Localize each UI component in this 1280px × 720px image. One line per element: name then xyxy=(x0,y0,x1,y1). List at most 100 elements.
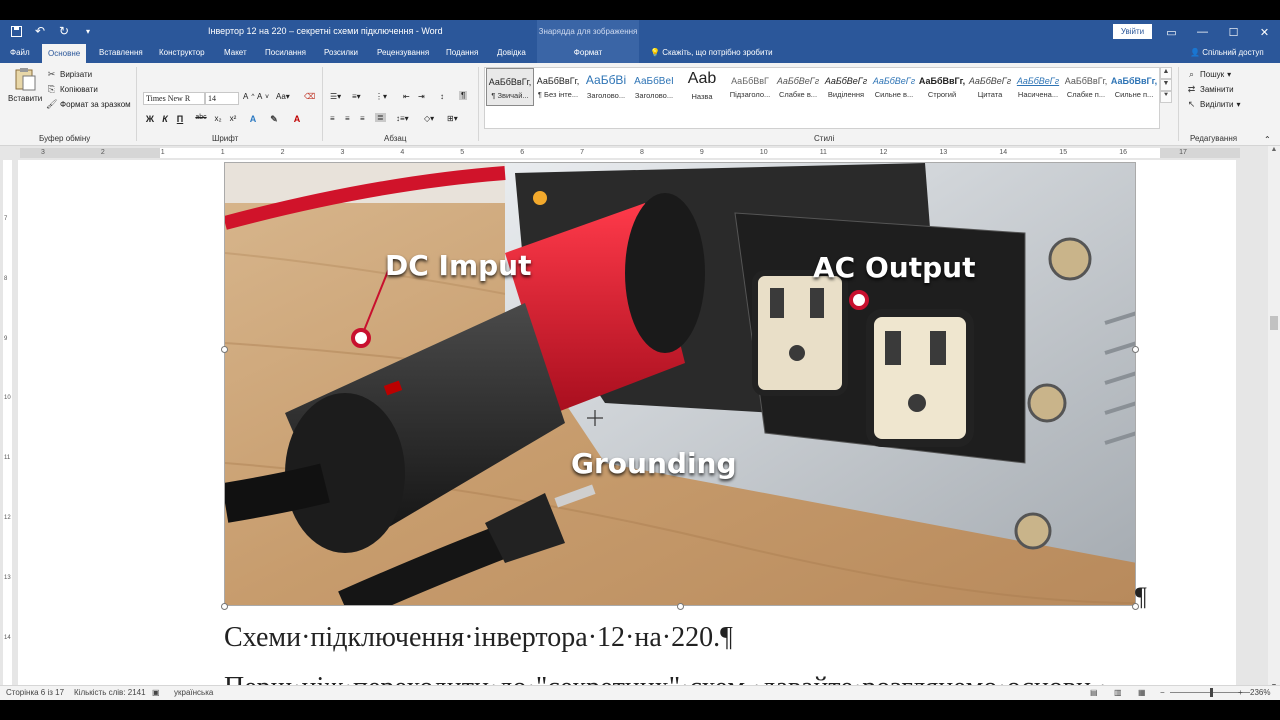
sort-icon[interactable]: ↕ xyxy=(440,92,444,101)
language[interactable]: українська xyxy=(174,688,213,697)
scroll-thumb[interactable] xyxy=(1270,316,1278,330)
zoom-level[interactable]: 236% xyxy=(1250,688,1270,697)
find-button[interactable]: ⌕ Пошук ▾ xyxy=(1186,69,1231,80)
shrink-font-icon[interactable]: Av xyxy=(257,92,269,101)
ribbon-display-icon[interactable]: ▭ xyxy=(1156,20,1187,44)
read-mode-icon[interactable]: ▤ xyxy=(1090,688,1098,697)
resize-handle[interactable] xyxy=(221,603,228,610)
undo-icon[interactable]: ↶ xyxy=(32,23,48,39)
screen-frame: ↶ ↻ ▾ Інвертор 12 на 220 – секретні схем… xyxy=(0,0,1280,720)
document-area[interactable]: DC Imput AC Output Grounding ¶ Схеми·під… xyxy=(14,160,1268,693)
tab-mailings[interactable]: Розсилки xyxy=(318,44,364,63)
replace-button[interactable]: ⇄ Замінити xyxy=(1186,84,1234,95)
numbering-icon[interactable]: ≡▾ xyxy=(352,92,361,101)
save-icon[interactable] xyxy=(8,23,24,39)
style-item[interactable]: АаБбВеГг Слабке в... xyxy=(774,68,822,106)
align-left-icon[interactable]: ≡ xyxy=(330,114,335,123)
styles-more-icon[interactable]: ⯆ xyxy=(1160,91,1172,103)
resize-handle[interactable] xyxy=(221,346,228,353)
page[interactable]: DC Imput AC Output Grounding ¶ Схеми·під… xyxy=(18,160,1236,693)
resize-handle[interactable] xyxy=(1132,346,1139,353)
zoom-out-icon[interactable]: − xyxy=(1160,688,1165,697)
tab-references[interactable]: Посилання xyxy=(259,44,312,63)
paste-button[interactable]: Вставити xyxy=(8,67,42,103)
style-item[interactable]: АаБбВеГг Насичена... xyxy=(1014,68,1062,106)
change-case-icon[interactable]: Aa▾ xyxy=(276,92,290,101)
tab-view[interactable]: Подання xyxy=(440,44,484,63)
style-item[interactable]: АаБбВеГг Сильне в... xyxy=(870,68,918,106)
zoom-slider-thumb[interactable] xyxy=(1210,688,1213,697)
zoom-in-icon[interactable]: + xyxy=(1238,688,1243,697)
tell-me-box[interactable]: 💡 Скажіть, що потрібно зробити xyxy=(650,44,773,63)
tab-layout[interactable]: Макет xyxy=(218,44,253,63)
styles-down-icon[interactable]: ▼ xyxy=(1160,79,1172,91)
inverter-photo[interactable]: DC Imput AC Output Grounding xyxy=(224,162,1136,606)
clear-formatting-icon[interactable]: ⌫ xyxy=(304,92,315,101)
align-right-icon[interactable]: ≡ xyxy=(360,114,365,123)
minimize-button[interactable]: — xyxy=(1187,20,1218,44)
tab-help[interactable]: Довідка xyxy=(491,44,532,63)
style-item[interactable]: АаБбВвГг, Сильне п... xyxy=(1110,68,1158,106)
style-item[interactable]: АаБбВвГг, ¶ Без інте... xyxy=(534,68,582,106)
tab-format[interactable]: Формат xyxy=(537,44,639,63)
style-item[interactable]: Aab Назва xyxy=(678,68,726,106)
sign-in-button[interactable]: Увійти xyxy=(1113,24,1152,39)
style-item[interactable]: АаБбВвГг, ¶ Звичай... xyxy=(486,68,534,106)
page-count[interactable]: Сторінка 6 із 17 xyxy=(6,688,64,697)
increase-indent-icon[interactable]: ⇥ xyxy=(418,92,425,101)
style-item[interactable]: АаБбВеГг Виділення xyxy=(822,68,870,106)
select-button[interactable]: ↖ Виділити ▾ xyxy=(1186,99,1241,110)
style-item[interactable]: АаБбВвГг, Строгий xyxy=(918,68,966,106)
font-family-select[interactable]: Times New R xyxy=(143,92,205,105)
copy-button[interactable]: ⎘ Копіювати xyxy=(46,84,98,95)
bullets-icon[interactable]: ☰▾ xyxy=(330,92,341,101)
style-item[interactable]: АаБбВвГг, Слабке п... xyxy=(1062,68,1110,106)
style-item[interactable]: АаБбВвГ Підзаголо... xyxy=(726,68,774,106)
web-layout-icon[interactable]: ▦ xyxy=(1138,688,1146,697)
tab-file[interactable]: Файл xyxy=(4,44,36,63)
justify-icon[interactable]: ≣ xyxy=(375,113,386,122)
superscript-button[interactable]: x² xyxy=(227,114,239,123)
maximize-button[interactable]: ☐ xyxy=(1218,20,1249,44)
redo-icon[interactable]: ↻ xyxy=(56,23,72,39)
highlight-icon[interactable]: ✎ xyxy=(268,114,280,125)
align-center-icon[interactable]: ≡ xyxy=(345,114,350,123)
word-count[interactable]: Кількість слів: 2141 xyxy=(74,688,146,697)
resize-handle[interactable] xyxy=(677,603,684,610)
strikethrough-button[interactable]: abc xyxy=(195,114,207,121)
underline-button[interactable]: П xyxy=(174,114,186,124)
multilevel-list-icon[interactable]: ⋮▾ xyxy=(375,92,387,101)
line-spacing-icon[interactable]: ↕≡▾ xyxy=(396,114,409,123)
tab-insert[interactable]: Вставлення xyxy=(93,44,149,63)
grow-font-icon[interactable]: A ^ xyxy=(243,92,254,101)
proofing-icon[interactable]: ▣ xyxy=(152,688,160,697)
style-item[interactable]: АаБбВеГг Цитата xyxy=(966,68,1014,106)
vruler-tick-label: 12 xyxy=(4,515,11,521)
bold-button[interactable]: Ж xyxy=(144,114,156,124)
share-button[interactable]: 👤 Спільний доступ xyxy=(1190,44,1264,63)
text-effects-icon[interactable]: A xyxy=(247,114,259,124)
show-marks-icon[interactable]: ¶ xyxy=(459,91,468,100)
cut-button[interactable]: ✂ Вирізати xyxy=(46,69,92,80)
scroll-up-icon[interactable]: ▲ xyxy=(1268,146,1280,156)
tab-home[interactable]: Основне xyxy=(42,44,87,63)
close-button[interactable]: ✕ xyxy=(1249,20,1280,44)
tab-review[interactable]: Рецензування xyxy=(371,44,435,63)
tab-design[interactable]: Конструктор xyxy=(153,44,211,63)
font-color-icon[interactable]: A xyxy=(291,114,303,124)
decrease-indent-icon[interactable]: ⇤ xyxy=(403,92,410,101)
style-item[interactable]: АаБбВеІ Заголово... xyxy=(630,68,678,106)
subscript-button[interactable]: x₂ xyxy=(212,114,224,123)
font-size-select[interactable]: 14 xyxy=(205,92,239,105)
borders-icon[interactable]: ⊞▾ xyxy=(447,114,458,123)
italic-button[interactable]: К xyxy=(159,114,171,124)
format-painter-button[interactable]: 🖌 Формат за зразком xyxy=(46,99,131,110)
print-layout-icon[interactable]: ▥ xyxy=(1114,688,1122,697)
collapse-ribbon-icon[interactable]: ⌃ xyxy=(1264,135,1271,144)
style-item[interactable]: АаБбВі Заголово... xyxy=(582,68,630,106)
paragraph-heading[interactable]: Схеми·підключення·інвертора·12·на·220.¶ xyxy=(224,622,733,654)
customize-qat-icon[interactable]: ▾ xyxy=(80,23,96,39)
shading-icon[interactable]: ◇▾ xyxy=(424,114,434,123)
vertical-scrollbar[interactable]: ▲ ▼ xyxy=(1268,146,1280,693)
styles-up-icon[interactable]: ▲ xyxy=(1160,67,1172,79)
